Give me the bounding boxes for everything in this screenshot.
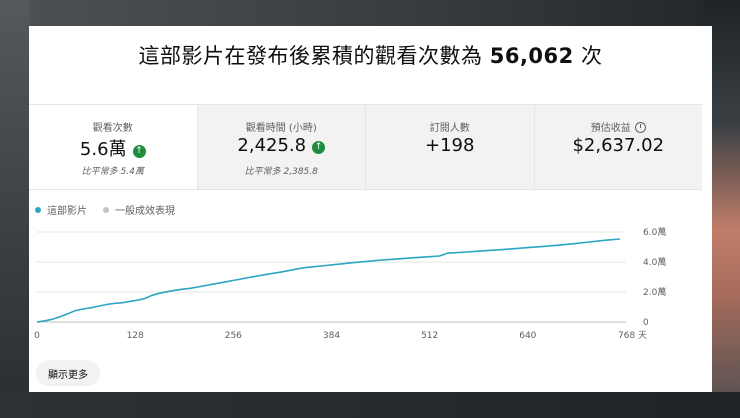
clock-icon (634, 122, 646, 133)
metric-value: +198 (425, 135, 475, 156)
arrow-up-icon: ↑ (132, 145, 146, 158)
x-tick-label: 512 (421, 331, 438, 341)
metric-label: 觀看時間 (小時) (245, 123, 317, 134)
metric-comparison: 比平常多 2,385.8 (244, 167, 318, 177)
metric-label: 觀看次數 (92, 123, 133, 134)
legend-item-typical[interactable]: 一般成效表現 (103, 202, 175, 217)
headline-suffix: 次 (580, 44, 603, 68)
metric-comparison: 比平常多 5.4萬 (81, 167, 144, 177)
metrics-tabs: 觀看次數 5.6萬 ↑ 比平常多 5.4萬 觀看時間 (小時) 2,425.8 ↑ … (29, 104, 702, 190)
legend-item-this-video[interactable]: 這部影片 (35, 202, 87, 217)
legend-label: 一般成效表現 (115, 206, 175, 217)
y-tick-label: 6.0萬 (643, 226, 666, 238)
legend-dot (103, 206, 109, 213)
x-tick-label: 384 (323, 331, 340, 341)
analytics-card: 這部影片在發布後累積的觀看次數為 56,062 次 觀看次數 5.6萬 ↑ 比平常… (29, 26, 712, 392)
x-tick-label: 256 (225, 331, 242, 341)
metric-value: 5.6萬 ↑ (29, 135, 197, 161)
headline-prefix: 這部影片在發布後累積的觀看次數為 (138, 44, 483, 68)
x-tick-label: 640 (519, 331, 536, 341)
show-more-button[interactable]: 顯示更多 (36, 360, 100, 386)
metric-value: $2,637.02 (572, 135, 665, 156)
background-top (0, 0, 740, 26)
views-line-chart: 0 2.0萬 4.0萬 6.0萬 0 128 256 384 512 640 768 天 (34, 226, 666, 341)
page-title: 這部影片在發布後累積的觀看次數為 56,062 次 (29, 40, 712, 70)
tab-watch-time[interactable]: 觀看時間 (小時) 2,425.8 ↑ 比平常多 2,385.8 (196, 105, 366, 189)
tab-subscribers[interactable]: 訂閱人數 +198 (365, 105, 534, 189)
tab-revenue[interactable]: 預估收益 $2,637.02 (533, 105, 703, 189)
y-tick-label: 4.0萬 (643, 256, 666, 268)
legend-label: 這部影片 (47, 206, 87, 217)
x-tick-label: 128 (127, 331, 144, 341)
metric-label: 訂閱人數 (429, 123, 470, 134)
y-tick-label: 2.0萬 (643, 286, 666, 298)
legend-dot (35, 206, 41, 213)
x-tick-label: 0 (34, 331, 40, 341)
chart-legend: 這部影片 一般成效表現 (35, 202, 175, 217)
y-tick-label: 0 (643, 318, 649, 328)
background-bottom (0, 392, 740, 418)
metric-value: 2,425.8 ↑ (198, 135, 366, 156)
tab-views[interactable]: 觀看次數 5.6萬 ↑ 比平常多 5.4萬 (29, 105, 197, 189)
x-tick-label: 768 天 (618, 331, 647, 341)
background-left (0, 0, 30, 418)
series-line-this-video (36, 238, 620, 323)
arrow-up-icon: ↑ (312, 141, 326, 154)
metric-label: 預估收益 (535, 119, 703, 134)
headline-count: 56,062 (489, 44, 574, 68)
